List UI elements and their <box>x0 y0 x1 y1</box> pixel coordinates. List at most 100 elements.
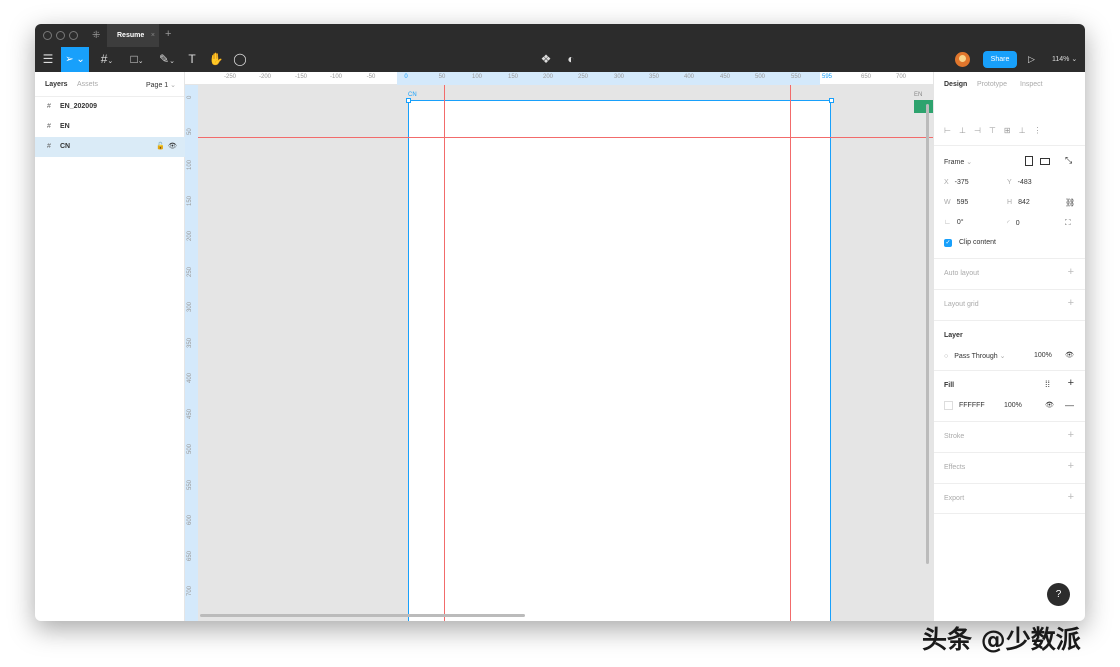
watermark: 头条 @少数派 <box>922 625 1081 654</box>
layer-item[interactable]: # EN <box>35 117 185 137</box>
y-field[interactable]: Y -483 <box>1007 179 1032 186</box>
mask-icon[interactable]: ◐ <box>563 47 579 72</box>
minimize-window-button[interactable] <box>56 31 65 40</box>
landscape-icon[interactable] <box>1040 158 1050 165</box>
tab-layers[interactable]: Layers <box>45 81 68 88</box>
fill-opacity-field[interactable]: 100% <box>1004 402 1022 409</box>
text-tool-button[interactable]: T <box>184 47 200 72</box>
layer-opacity-field[interactable]: 100% <box>1034 352 1052 359</box>
x-field[interactable]: X -375 <box>944 179 969 186</box>
frame-label[interactable]: CN <box>408 92 417 98</box>
pen-tool-button[interactable]: ✎⌄ <box>155 47 179 72</box>
w-field[interactable]: W 595 <box>944 199 968 206</box>
tab-inspect[interactable]: Inspect <box>1020 81 1043 88</box>
ruler-tick-label: 600 <box>187 514 193 525</box>
frame-cn[interactable] <box>408 100 831 621</box>
ruler-tick-label: 0 <box>187 95 193 99</box>
ruler-tick-label: 400 <box>187 372 193 383</box>
radius-field[interactable]: ◜ 0 <box>1007 219 1020 227</box>
guide-vertical[interactable] <box>444 85 445 621</box>
ruler-tick-label: 650 <box>187 550 193 561</box>
rotation-icon: ∟ <box>944 219 951 226</box>
layer-item-selected[interactable]: # CN 🔓 👁 <box>35 137 185 157</box>
frame-dropdown[interactable]: Frame ⌄ <box>944 158 972 166</box>
hand-tool-icon[interactable]: ✋ <box>207 47 225 72</box>
resize-handle[interactable] <box>406 98 411 103</box>
y-value: -483 <box>1017 179 1032 186</box>
effects-title: Effects <box>944 464 966 471</box>
fill-hex-field[interactable]: FFFFFF <box>959 402 985 409</box>
export-section: Export + <box>934 483 1085 514</box>
main-menu-icon[interactable]: ☰ <box>41 47 55 72</box>
portrait-icon[interactable] <box>1025 156 1033 166</box>
tab-assets[interactable]: Assets <box>77 81 98 88</box>
avatar[interactable] <box>955 52 970 67</box>
h-value: 842 <box>1018 199 1030 206</box>
eye-icon[interactable]: 👁 <box>1045 401 1054 409</box>
ruler-tick-label: 0 <box>404 74 408 80</box>
ruler-tick-label: 300 <box>613 74 625 80</box>
vertical-scrollbar[interactable] <box>926 104 929 564</box>
add-effect-icon[interactable]: + <box>1068 460 1074 472</box>
tab-prototype[interactable]: Prototype <box>977 81 1007 88</box>
comment-tool-icon[interactable]: ◯ <box>232 47 248 72</box>
add-stroke-icon[interactable]: + <box>1068 429 1074 441</box>
rotation-value: 0° <box>956 219 964 226</box>
new-tab-button[interactable]: + <box>165 28 171 40</box>
add-layout-grid-icon[interactable]: + <box>1068 297 1074 309</box>
effects-section: Effects + <box>934 452 1085 483</box>
fill-swatch[interactable] <box>944 401 953 410</box>
maximize-window-button[interactable] <box>69 31 78 40</box>
rotation-field[interactable]: ∟ 0° <box>944 219 964 226</box>
ruler-tick-label: 400 <box>683 74 695 80</box>
figma-logo-icon[interactable]: ⁜ <box>92 30 100 41</box>
frame-section: Frame ⌄ ⤡ X -375 Y -483 W 595 H 842 ⛓ ∟ 0° ◜ 0… <box>934 145 1085 258</box>
shape-tool-button[interactable]: □⌄ <box>125 47 149 72</box>
align-toolbar[interactable]: ⊢⊥⊣⊤⊞⊥⋮ <box>944 126 1079 135</box>
layout-grid-title: Layout grid <box>944 301 979 308</box>
layer-name: EN <box>60 123 70 130</box>
component-icon[interactable]: ❖ <box>538 47 554 72</box>
add-auto-layout-icon[interactable]: + <box>1068 266 1074 278</box>
fit-content-icon[interactable]: ⤡ <box>1065 155 1072 166</box>
constrain-proportions-icon[interactable]: ⛓ <box>1065 198 1075 207</box>
frame-en-preview[interactable] <box>914 100 933 113</box>
h-field[interactable]: H 842 <box>1007 199 1030 206</box>
stroke-title: Stroke <box>944 433 965 440</box>
eye-icon[interactable]: 👁 <box>168 137 177 157</box>
eye-icon[interactable]: 👁 <box>1065 351 1074 359</box>
unlock-icon[interactable]: 🔓 <box>156 137 165 157</box>
blend-icon: ○ <box>944 353 949 360</box>
tab-resume[interactable]: Resume × <box>107 24 159 47</box>
add-export-icon[interactable]: + <box>1068 491 1074 503</box>
resize-handle[interactable] <box>829 98 834 103</box>
blend-mode-dropdown[interactable]: ○ Pass Through ⌄ <box>944 352 1006 360</box>
add-fill-icon[interactable]: + <box>1068 377 1074 389</box>
ruler-tick-label: 500 <box>754 74 766 80</box>
tab-close-icon[interactable]: × <box>151 24 155 47</box>
guide-horizontal[interactable] <box>198 137 933 138</box>
layer-item[interactable]: # EN_202009 <box>35 97 185 117</box>
help-button[interactable]: ? <box>1047 583 1070 606</box>
clip-content-checkbox[interactable]: ✓ <box>944 239 952 247</box>
move-tool-button[interactable]: ➢ ⌄ <box>61 47 89 72</box>
guide-vertical[interactable] <box>790 85 791 621</box>
ruler-tick-label: 300 <box>187 301 193 312</box>
title-bar: ⁜ Resume × + <box>35 24 1085 47</box>
close-window-button[interactable] <box>43 31 52 40</box>
ruler-tick-label: 550 <box>790 74 802 80</box>
tab-design[interactable]: Design <box>944 81 967 88</box>
horizontal-scrollbar[interactable] <box>200 614 525 617</box>
remove-fill-icon[interactable]: — <box>1065 400 1074 410</box>
canvas[interactable]: CN EN <box>198 85 933 621</box>
style-grid-icon[interactable]: ⁞⁞ <box>1045 379 1050 389</box>
share-button[interactable]: Share <box>983 51 1017 68</box>
frame-tool-button[interactable]: #⌄ <box>95 47 119 72</box>
auto-layout-section: Auto layout + <box>934 258 1085 289</box>
page-selector[interactable]: Page 1 ⌄ <box>146 81 176 89</box>
independent-corners-icon[interactable]: ⛶ <box>1065 218 1071 228</box>
frame-label[interactable]: EN <box>914 92 922 98</box>
present-play-icon[interactable]: ▷ <box>1028 47 1035 72</box>
ruler-tick-label: 450 <box>719 74 731 80</box>
zoom-dropdown[interactable]: 114% ⌄ <box>1052 47 1077 72</box>
